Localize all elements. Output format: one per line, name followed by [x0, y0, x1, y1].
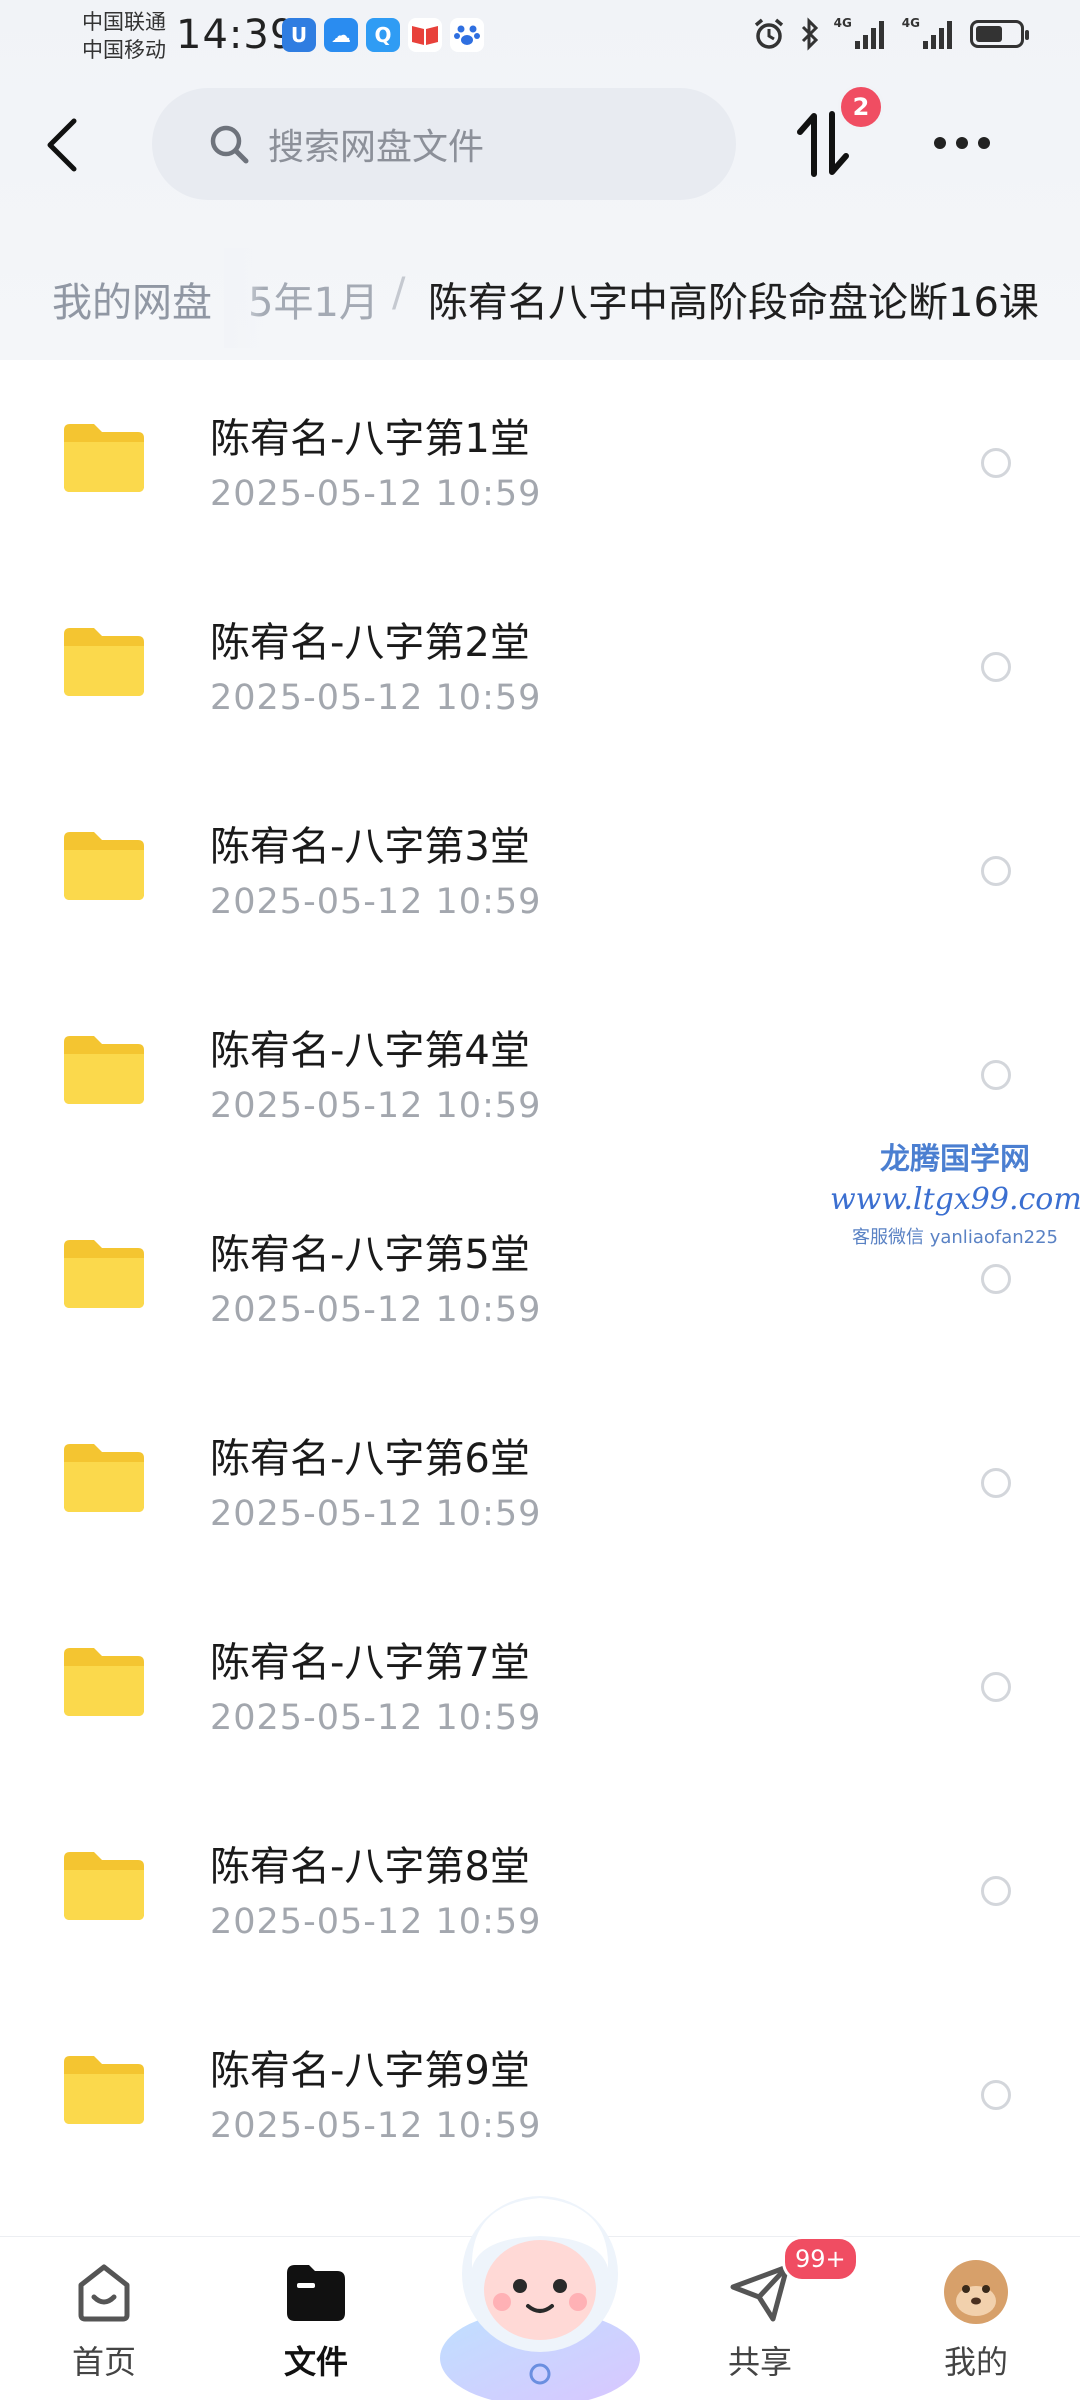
- file-date: 2025-05-12 10:59: [210, 1290, 542, 1330]
- folder-icon: [64, 628, 144, 696]
- system-icons: 4G 4G: [752, 16, 1029, 52]
- select-checkbox[interactable]: [981, 1060, 1011, 1090]
- more-dot-icon: [934, 137, 946, 149]
- file-name: 陈宥名-八字第6堂: [210, 1436, 530, 1482]
- search-icon: [210, 125, 249, 164]
- watermark: 龙腾国学网 www.ltgx99.com 客服微信 yanliaofan225: [830, 1134, 1080, 1249]
- breadcrumb-root[interactable]: 我的网盘: [52, 270, 212, 328]
- file-name: 陈宥名-八字第2堂: [210, 620, 530, 666]
- file-row[interactable]: 陈宥名-八字第8堂 2025-05-12 10:59: [0, 1792, 1080, 1996]
- breadcrumb-parent[interactable]: 5年1月: [248, 270, 379, 328]
- breadcrumb-separator: /: [392, 270, 406, 316]
- file-date: 2025-05-12 10:59: [210, 1902, 542, 1942]
- file-date: 2025-05-12 10:59: [210, 1494, 542, 1534]
- more-options-button[interactable]: [934, 128, 998, 158]
- file-name: 陈宥名-八字第9堂: [210, 2048, 530, 2094]
- watermark-url: www.ltgx99.com: [830, 1182, 1080, 1217]
- nav-files-label: 文件: [283, 2343, 348, 2381]
- file-date: 2025-05-12 10:59: [210, 678, 542, 718]
- folder-icon: [64, 832, 144, 900]
- breadcrumb: 5年1月 我的网盘 / 陈宥名八字中高阶段命盘论断16课: [0, 248, 1080, 348]
- folder-icon: [64, 424, 144, 492]
- select-checkbox[interactable]: [981, 448, 1011, 478]
- file-date: 2025-05-12 10:59: [210, 2106, 542, 2146]
- transfer-count-badge: 2: [838, 84, 884, 130]
- watermark-contact: 客服微信 yanliaofan225: [852, 1227, 1058, 1248]
- folder-icon: [64, 1852, 144, 1920]
- folder-icon: [64, 1240, 144, 1308]
- folder-filled-icon: [287, 2265, 345, 2321]
- carrier-labels: 中国联通 中国移动: [82, 8, 166, 64]
- select-checkbox[interactable]: [981, 856, 1011, 886]
- battery-icon: [970, 16, 1029, 52]
- chevron-left-icon: [47, 118, 77, 172]
- status-clock: 14:39: [176, 12, 297, 58]
- folder-icon: [64, 1036, 144, 1104]
- nav-home[interactable]: 首页: [44, 2257, 164, 2383]
- book-app-icon: [408, 18, 442, 52]
- nav-home-label: 首页: [71, 2343, 136, 2381]
- file-name: 陈宥名-八字第3堂: [210, 824, 530, 870]
- file-date: 2025-05-12 10:59: [210, 882, 542, 922]
- search-input[interactable]: 搜索网盘文件: [152, 88, 736, 200]
- file-name: 陈宥名-八字第1堂: [210, 416, 530, 462]
- file-date: 2025-05-12 10:59: [210, 474, 542, 514]
- signal-icon-1: 4G: [834, 16, 888, 52]
- file-row[interactable]: 陈宥名-八字第9堂 2025-05-12 10:59: [0, 1996, 1080, 2200]
- nav-mine-label: 我的: [943, 2343, 1008, 2381]
- select-checkbox[interactable]: [981, 1468, 1011, 1498]
- alarm-icon: [752, 16, 786, 52]
- avatar: [944, 2260, 1008, 2324]
- back-button[interactable]: [42, 110, 92, 180]
- file-name: 陈宥名-八字第4堂: [210, 1028, 530, 1074]
- file-row[interactable]: 陈宥名-八字第1堂 2025-05-12 10:59: [0, 364, 1080, 568]
- status-bar: 中国联通 中国移动 14:39 U ☁ Q 4G 4G: [0, 0, 1080, 72]
- select-checkbox[interactable]: [981, 652, 1011, 682]
- file-date: 2025-05-12 10:59: [210, 1698, 542, 1738]
- nav-share-label: 共享: [727, 2343, 792, 2381]
- home-icon: [78, 2264, 130, 2322]
- mascot-assistant-button[interactable]: [430, 2178, 650, 2400]
- file-name: 陈宥名-八字第7堂: [210, 1640, 530, 1686]
- folder-icon: [64, 2056, 144, 2124]
- file-row[interactable]: 陈宥名-八字第7堂 2025-05-12 10:59: [0, 1588, 1080, 1792]
- more-dot-icon: [978, 137, 990, 149]
- search-app-icon: Q: [366, 18, 400, 52]
- signal-icon-2: 4G: [902, 16, 956, 52]
- breadcrumb-current: 陈宥名八字中高阶段命盘论断16课: [428, 280, 1039, 326]
- watermark-title: 龙腾国学网: [880, 1142, 1030, 1177]
- bluetooth-icon: [800, 16, 820, 52]
- nav-mine[interactable]: 我的: [916, 2257, 1036, 2383]
- file-row[interactable]: 陈宥名-八字第3堂 2025-05-12 10:59: [0, 772, 1080, 976]
- app-screen: 中国联通 中国移动 14:39 U ☁ Q 4G 4G 搜索网盘文件 2 5年1…: [0, 0, 1080, 2400]
- paw-app-icon: [450, 18, 484, 52]
- file-date: 2025-05-12 10:59: [210, 1086, 542, 1126]
- carrier-2: 中国移动: [82, 38, 166, 62]
- folder-icon: [64, 1444, 144, 1512]
- folder-icon: [64, 1648, 144, 1716]
- file-row[interactable]: 陈宥名-八字第2堂 2025-05-12 10:59: [0, 568, 1080, 772]
- more-dot-icon: [956, 137, 968, 149]
- select-checkbox[interactable]: [981, 1876, 1011, 1906]
- select-checkbox[interactable]: [981, 1264, 1011, 1294]
- file-name: 陈宥名-八字第8堂: [210, 1844, 530, 1890]
- search-placeholder: 搜索网盘文件: [268, 127, 485, 168]
- file-name: 陈宥名-八字第5堂: [210, 1232, 530, 1278]
- select-checkbox[interactable]: [981, 1672, 1011, 1702]
- share-count-badge: 99+: [782, 2236, 859, 2282]
- nav-files[interactable]: 文件: [256, 2257, 376, 2383]
- shield-app-icon: U: [282, 18, 316, 52]
- carrier-1: 中国联通: [82, 10, 166, 34]
- file-list: 陈宥名-八字第1堂 2025-05-12 10:59 陈宥名-八字第2堂 202…: [0, 364, 1080, 2236]
- cloud-app-icon: ☁: [324, 18, 358, 52]
- select-checkbox[interactable]: [981, 2080, 1011, 2110]
- file-row[interactable]: 陈宥名-八字第6堂 2025-05-12 10:59: [0, 1384, 1080, 1588]
- notification-icons: U ☁ Q: [282, 18, 484, 52]
